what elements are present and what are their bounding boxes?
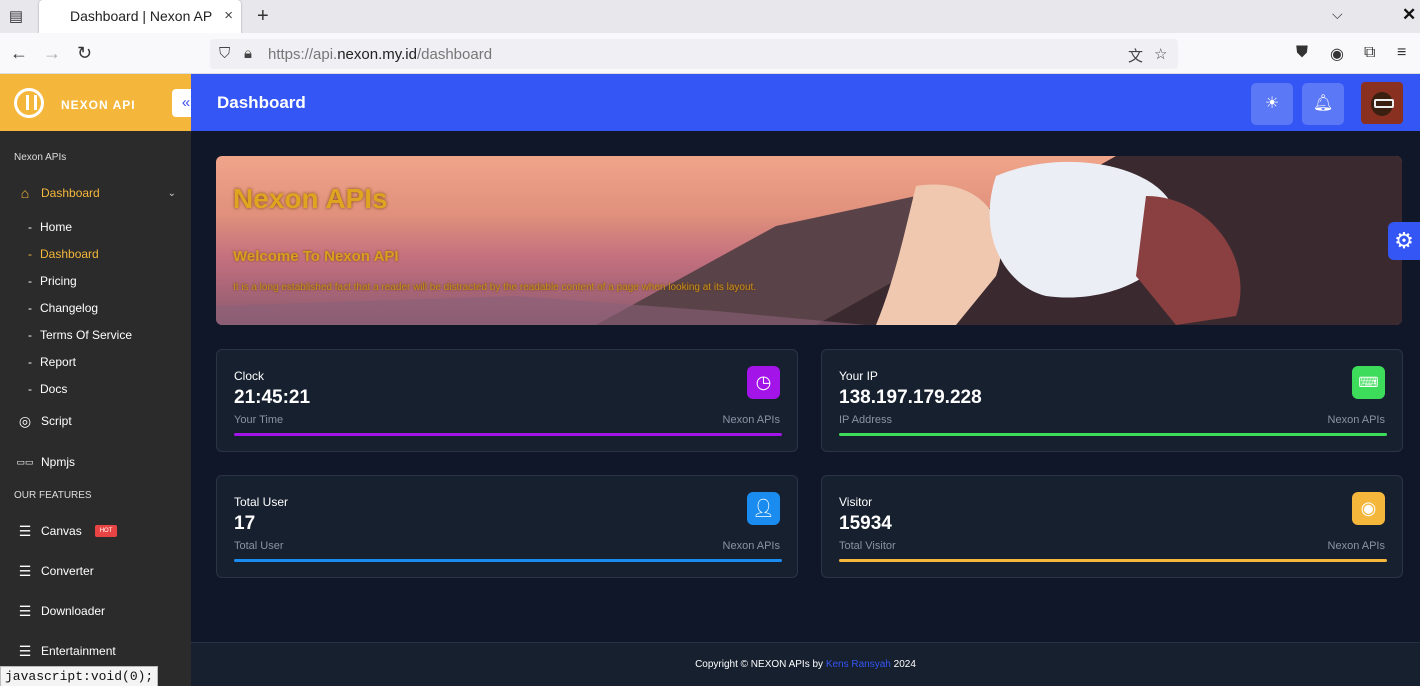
- card-source: Nexon APIs: [1327, 414, 1385, 426]
- settings-gear-button[interactable]: ⚙: [1388, 222, 1420, 260]
- layers-icon: ☰: [18, 523, 32, 539]
- forward-icon[interactable]: →: [43, 43, 61, 64]
- card-subtitle: IP Address: [839, 414, 892, 426]
- pocket-icon[interactable]: ⛊: [1296, 44, 1308, 62]
- logo-icon: [14, 88, 44, 118]
- card-progress-bar: [234, 559, 782, 562]
- sidebar-item-npmjs[interactable]: ▭▭ Npmjs: [16, 454, 75, 470]
- hot-badge: HOT: [94, 525, 118, 537]
- card-progress-bar: [234, 433, 782, 436]
- banner-illustration: [216, 156, 1402, 325]
- sidebar-item-script[interactable]: ◎ Script: [16, 413, 72, 429]
- status-bar-link: javascript:void(0);: [0, 666, 159, 686]
- reload-icon[interactable]: ↻: [77, 43, 92, 64]
- sidebar-subitem-report[interactable]: - Report: [28, 355, 76, 369]
- brand-name: NEXON API: [61, 98, 136, 112]
- card-progress-bar: [839, 433, 1387, 436]
- bell-icon: 🔔︎: [1312, 95, 1334, 112]
- close-window-icon[interactable]: ✕: [1402, 5, 1416, 25]
- new-tab-button[interactable]: +: [257, 5, 269, 28]
- card-source: Nexon APIs: [722, 414, 780, 426]
- card-progress-bar: [839, 559, 1387, 562]
- browser-navbar: ← → ↻ ⛉ 🔒︎ https://api.nexon.my.id/dashb…: [0, 33, 1420, 74]
- github-icon: ◎: [18, 413, 32, 429]
- banner-title: Nexon APIs: [233, 183, 388, 214]
- visitor-card: Visitor 15934 Total Visitor Nexon APIs ◉: [821, 475, 1403, 578]
- account-icon[interactable]: ◉: [1330, 44, 1344, 64]
- card-label: Clock: [234, 369, 265, 383]
- footer: Copyright © NEXON APIs by Kens Ransyah 2…: [191, 642, 1420, 686]
- card-value: 17: [234, 513, 256, 534]
- card-label: Visitor: [839, 495, 873, 509]
- sidebar-subitem-home[interactable]: - Home: [28, 220, 72, 234]
- ip-card: Your IP 138.197.179.228 IP Address Nexon…: [821, 349, 1403, 452]
- total-user-card: Total User 17 Total User Nexon APIs 👤︎: [216, 475, 798, 578]
- card-value: 21:45:21: [234, 387, 311, 408]
- clock-icon: ◷: [747, 366, 780, 399]
- extensions-icon[interactable]: ⧉: [1364, 44, 1375, 62]
- section-label: OUR FEATURES: [14, 490, 92, 501]
- star-icon[interactable]: ☆: [1154, 45, 1167, 63]
- url-text[interactable]: https://api.nexon.my.id/dashboard: [268, 46, 492, 63]
- browser-tab[interactable]: Dashboard | Nexon AP ×: [39, 0, 241, 33]
- back-icon[interactable]: ←: [10, 43, 28, 64]
- sidebar-subitem-docs[interactable]: - Docs: [28, 382, 67, 396]
- shield-icon[interactable]: ⛉: [219, 45, 230, 62]
- sidebar-item-label: Dashboard: [41, 186, 100, 200]
- sidebar: NEXON API Nexon APIs ⌂ Dashboard ⌄ - Home…: [0, 74, 191, 686]
- user-icon: 👤︎: [747, 492, 780, 525]
- card-subtitle: Total User: [234, 540, 284, 552]
- clock-card: Clock 21:45:21 Your Time Nexon APIs ◷: [216, 349, 798, 452]
- browser-tab-strip: ▤ Dashboard | Nexon AP × + ⌵ ✕: [0, 0, 1420, 33]
- tab-title: Dashboard | Nexon AP: [70, 8, 213, 24]
- translate-icon[interactable]: 文: [1128, 45, 1143, 66]
- card-value: 138.197.179.228: [839, 387, 982, 408]
- welcome-banner: Nexon APIs Welcome To Nexon API It is a …: [216, 156, 1402, 325]
- sidebar-subitem-changelog[interactable]: - Changelog: [28, 301, 98, 315]
- author-link[interactable]: Kens Ransyah: [826, 659, 891, 670]
- card-source: Nexon APIs: [722, 540, 780, 552]
- copyright-text: Copyright © NEXON APIs by Kens Ransyah 2…: [695, 659, 916, 670]
- chevron-down-icon[interactable]: ⌵: [1332, 6, 1343, 23]
- sidebar-item-entertainment[interactable]: ☰ Entertainment: [16, 643, 116, 659]
- layers-icon: ☰: [18, 603, 32, 619]
- sun-icon: ☀: [1264, 95, 1280, 112]
- topbar: Dashboard ☀ 🔔︎: [191, 74, 1420, 131]
- layers-icon: ☰: [18, 563, 32, 579]
- home-icon: ⌂: [20, 185, 30, 201]
- avatar[interactable]: [1361, 82, 1403, 124]
- sidebar-subitem-terms[interactable]: - Terms Of Service: [28, 328, 132, 342]
- tab-list-icon[interactable]: ▤: [6, 7, 26, 25]
- card-subtitle: Total Visitor: [839, 540, 896, 552]
- section-label: Nexon APIs: [14, 152, 67, 163]
- card-source: Nexon APIs: [1327, 540, 1385, 552]
- lock-icon[interactable]: 🔒︎: [244, 45, 252, 62]
- notification-button[interactable]: 🔔︎: [1302, 83, 1344, 125]
- brand[interactable]: NEXON API: [0, 74, 191, 131]
- banner-description: It is a long established fact that a rea…: [233, 282, 757, 293]
- banner-subtitle: Welcome To Nexon API: [233, 248, 399, 265]
- card-subtitle: Your Time: [234, 414, 284, 426]
- npm-icon: ▭▭: [16, 457, 34, 467]
- card-label: Total User: [234, 495, 289, 509]
- chevron-down-icon: ⌄: [167, 187, 176, 199]
- sidebar-item-dashboard[interactable]: ⌂ Dashboard ⌄: [16, 185, 176, 201]
- sidebar-item-downloader[interactable]: ☰ Downloader: [16, 603, 105, 619]
- keyboard-icon: ⌨: [1352, 366, 1385, 399]
- sidebar-item-canvas[interactable]: ☰ Canvas HOT: [16, 523, 118, 539]
- menu-icon[interactable]: ≡: [1397, 44, 1406, 62]
- sidebar-subitem-dashboard[interactable]: - Dashboard: [28, 247, 99, 261]
- tab-close-icon[interactable]: ×: [224, 7, 233, 24]
- gear-icon: ⚙: [1394, 228, 1414, 253]
- sidebar-subitem-pricing[interactable]: - Pricing: [28, 274, 77, 288]
- card-label: Your IP: [839, 369, 878, 383]
- page-title: Dashboard: [217, 93, 306, 112]
- layers-icon: ☰: [18, 643, 32, 659]
- theme-toggle-button[interactable]: ☀: [1251, 83, 1293, 125]
- card-value: 15934: [839, 513, 892, 534]
- eye-icon: ◉: [1352, 492, 1385, 525]
- url-bar[interactable]: ⛉ 🔒︎ https://api.nexon.my.id/dashboard 文…: [210, 39, 1178, 69]
- sidebar-item-converter[interactable]: ☰ Converter: [16, 563, 94, 579]
